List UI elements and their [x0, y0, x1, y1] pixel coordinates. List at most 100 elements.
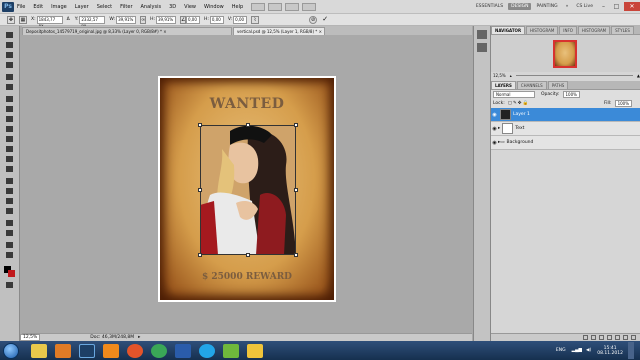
navigator-zoom-value[interactable]: 12,5%	[493, 72, 506, 79]
vlc-icon[interactable]	[103, 343, 119, 358]
transform-handle-top[interactable]	[246, 123, 250, 127]
transform-handle-top-left[interactable]	[198, 123, 202, 127]
transform-handle-bottom-left[interactable]	[198, 253, 202, 257]
blend-mode-select[interactable]: Normal	[493, 91, 535, 98]
angle-input[interactable]: 0,00	[185, 15, 200, 24]
layer-row[interactable]: ◉ Layer 1	[491, 108, 640, 122]
cs-live-button[interactable]: CS Live	[573, 3, 596, 10]
workspace-essentials[interactable]: ESSENTIALS	[473, 3, 506, 10]
zoom-field[interactable]: 12,5%	[20, 333, 41, 341]
utorrent-icon[interactable]	[223, 343, 239, 358]
transform-handle-bottom-right[interactable]	[294, 253, 298, 257]
arrange-documents-button[interactable]	[302, 2, 317, 11]
menu-layer[interactable]: Layer	[75, 4, 89, 10]
tab-channels[interactable]: CHANNELS	[516, 81, 547, 89]
tab-histogram-2[interactable]: HISTOGRAM	[577, 26, 611, 34]
new-group-icon[interactable]	[615, 335, 620, 340]
tab-vertical[interactable]: vertical.psd @ 12,5% (Layer 1, RGB/8) * …	[233, 27, 325, 35]
actions-panel-icon[interactable]	[477, 43, 487, 52]
maximize-icon[interactable]: □	[611, 2, 622, 11]
opacity-input[interactable]: 100%	[562, 91, 580, 98]
skype-icon[interactable]	[199, 343, 215, 358]
layer-row[interactable]: ◉ ▸ ▭ Background	[491, 136, 640, 150]
menu-filter[interactable]: Filter	[120, 4, 132, 10]
layer-name[interactable]: Text	[515, 126, 524, 131]
transform-handle-top-right[interactable]	[294, 123, 298, 127]
media-player-icon[interactable]	[55, 343, 71, 358]
minibridge-button[interactable]	[268, 2, 283, 11]
link-icon[interactable]: ∞	[140, 15, 147, 24]
show-desktop-button[interactable]	[628, 342, 634, 359]
menu-view[interactable]: View	[184, 4, 196, 10]
link-layers-icon[interactable]	[583, 335, 588, 340]
vskew-input[interactable]: 0,00	[233, 15, 248, 24]
tab-navigator[interactable]: NAVIGATOR	[491, 26, 526, 34]
transform-handle-left[interactable]	[198, 188, 202, 192]
tab-close-icon[interactable]: ×	[163, 29, 166, 34]
hskew-input[interactable]: 0,00	[209, 15, 224, 24]
transform-handle-bottom[interactable]	[246, 253, 250, 257]
new-layer-icon[interactable]	[623, 335, 628, 340]
workspace-painting[interactable]: PAINTING	[533, 3, 560, 10]
navigator-zoom-slider[interactable]	[515, 75, 633, 76]
eye-icon[interactable]: ◉	[491, 126, 498, 132]
photoshop-icon[interactable]	[79, 343, 95, 358]
layer-style-icon[interactable]	[591, 335, 596, 340]
document-canvas[interactable]: WANTED $ 25000 REWARD	[158, 76, 336, 302]
tools-svg[interactable]	[0, 26, 20, 348]
menu-analysis[interactable]: Analysis	[141, 4, 162, 10]
workspace-more-button[interactable]: »	[563, 3, 572, 10]
y-input[interactable]: 2332,57 px	[79, 15, 106, 28]
transform-bounding-box[interactable]	[198, 123, 298, 257]
navigator-thumbnail[interactable]	[553, 40, 577, 68]
bridge-button[interactable]	[251, 2, 266, 11]
folder-icon[interactable]	[247, 343, 263, 358]
layer-name[interactable]: Layer 1	[513, 112, 530, 117]
status-arrow-icon[interactable]: ▸	[138, 335, 140, 340]
menu-3d[interactable]: 3D	[169, 4, 176, 10]
menu-edit[interactable]: Edit	[33, 4, 43, 10]
transform-handle-right[interactable]	[294, 188, 298, 192]
tab-styles[interactable]: STYLES	[611, 26, 634, 34]
clock[interactable]: 15:41 08.11.2012	[597, 346, 623, 356]
layer-name[interactable]: Background	[507, 140, 534, 145]
word-icon[interactable]	[175, 343, 191, 358]
start-button[interactable]	[3, 342, 19, 359]
firefox-icon[interactable]	[127, 343, 143, 358]
chrome-icon[interactable]	[151, 343, 167, 358]
warp-mode-icon[interactable]: ⌇	[251, 15, 260, 24]
zoom-out-icon[interactable]: ▴	[510, 72, 512, 79]
tab-info[interactable]: INFO	[559, 26, 577, 34]
history-panel-icon[interactable]	[477, 30, 487, 39]
close-icon[interactable]: ✕	[624, 2, 640, 11]
lock-icons[interactable]: ▢✎✥🔒	[508, 101, 529, 106]
explorer-icon[interactable]	[31, 343, 47, 358]
width-input[interactable]: 39,91%	[116, 15, 137, 24]
height-input[interactable]: 39,91%	[155, 15, 176, 24]
tab-close-icon[interactable]: ×	[319, 29, 322, 34]
volume-icon[interactable]: ◀)	[586, 348, 591, 353]
network-icon[interactable]: ▂▄▆	[572, 348, 582, 353]
tab-depositphotos[interactable]: Depositphotos_14579719_original.jpg @ 8,…	[22, 27, 232, 35]
tab-layers[interactable]: LAYERS	[491, 81, 516, 89]
language-indicator[interactable]: ENG	[556, 348, 566, 353]
eye-icon[interactable]: ◉	[491, 112, 498, 118]
cancel-transform-icon[interactable]: ⊘	[309, 15, 318, 24]
trash-icon[interactable]	[631, 335, 636, 340]
minimize-icon[interactable]: –	[598, 2, 609, 11]
navigator-view[interactable]	[491, 35, 640, 72]
menu-file[interactable]: File	[17, 4, 25, 10]
menu-window[interactable]: Window	[204, 4, 224, 10]
add-mask-icon[interactable]	[599, 335, 604, 340]
menu-help[interactable]: Help	[232, 4, 243, 10]
adjustment-layer-icon[interactable]	[607, 335, 612, 340]
tab-histogram[interactable]: HISTOGRAM	[526, 26, 559, 34]
workspace-design[interactable]: DESIGN	[508, 3, 532, 10]
tab-paths[interactable]: PATHS	[547, 81, 569, 89]
layer-row[interactable]: ◉ ▸ Text	[491, 122, 640, 136]
eye-icon[interactable]: ◉	[491, 140, 498, 146]
fill-input[interactable]: 100%	[614, 100, 632, 107]
x-input[interactable]: 1843,77 px	[36, 15, 63, 28]
menu-image[interactable]: Image	[51, 4, 67, 10]
commit-transform-icon[interactable]: ✓	[321, 15, 329, 24]
